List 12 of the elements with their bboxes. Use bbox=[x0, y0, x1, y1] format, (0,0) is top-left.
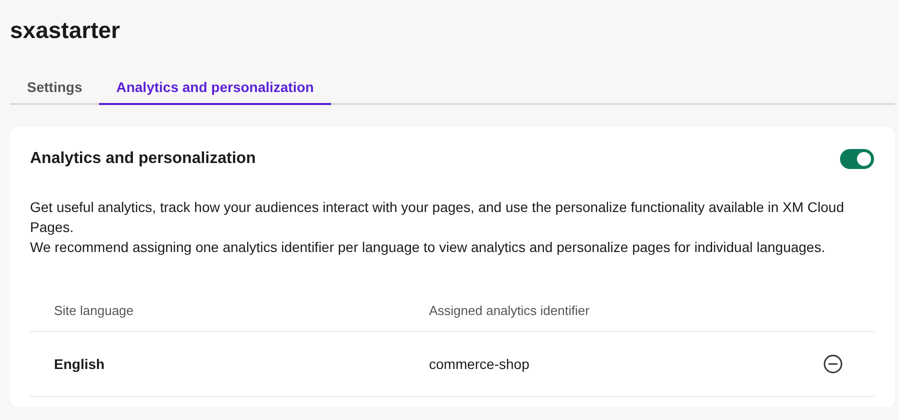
tab[interactable]: Settings bbox=[10, 70, 100, 105]
toggle-switch[interactable] bbox=[840, 149, 874, 169]
table-cell-text: commerce-shop bbox=[429, 356, 530, 372]
column-header: Site language bbox=[54, 302, 135, 318]
table-cell-text: English bbox=[54, 356, 106, 372]
description-text: We recommend assigning one analytics identifier per language to view analytics and personalize pages for individual languages. bbox=[30, 238, 826, 257]
page-title: sxastarter bbox=[10, 16, 121, 45]
column-header: Assigned analytics identifier bbox=[429, 302, 590, 318]
section-title: Analytics and personalization bbox=[30, 150, 256, 168]
description-text: Get useful analytics, track how your audiences interact with your pages, and use the personalize functionality available in XM Cloud Pages. bbox=[30, 198, 846, 237]
tab[interactable]: Analytics and personalization bbox=[99, 70, 331, 105]
remove-icon[interactable] bbox=[823, 354, 843, 374]
